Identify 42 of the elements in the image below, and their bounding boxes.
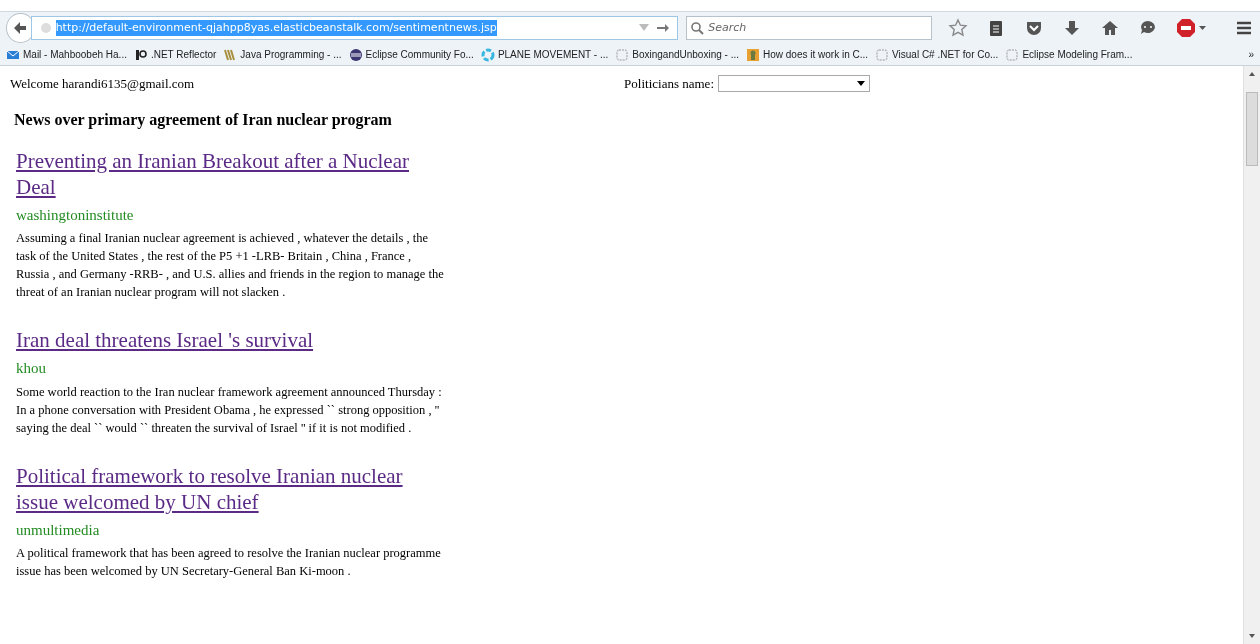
bookmark-link[interactable]: Mail - Mahboobeh Ha... bbox=[6, 47, 127, 62]
adblock-icon[interactable] bbox=[1176, 18, 1208, 38]
scroll-thumb[interactable] bbox=[1246, 92, 1258, 166]
ring-icon bbox=[480, 47, 495, 62]
eclipse-icon bbox=[348, 47, 363, 62]
scrollbar[interactable] bbox=[1243, 66, 1260, 644]
bookmark-link[interactable]: BoxingandUnboxing - ... bbox=[615, 47, 739, 62]
bookmark-link[interactable]: How does it work in C... bbox=[746, 47, 869, 62]
field-label: Politicians name: bbox=[624, 75, 714, 93]
books-icon bbox=[223, 47, 238, 62]
search-field[interactable]: Search bbox=[686, 16, 932, 40]
go-arrow-icon[interactable] bbox=[657, 23, 670, 33]
article-title-link[interactable]: Political framework to resolve Iranian nuclear issue welcomed by UN chief bbox=[16, 462, 446, 515]
article-summary: Some world reaction to the Iran nuclear framework agreement announced Thursday : In a phone conversation with President Obama , he expressed `` strong opposition , '' saying the deal `` would `` threaten the survival of Israel '' if it is not modified . bbox=[16, 383, 443, 437]
star-icon[interactable] bbox=[948, 18, 968, 38]
article-summary: A political framework that has been agreed to resolve the Iranian nuclear programme issue has been welcomed by UN Secretary-General Ban Ki-moon . bbox=[16, 545, 442, 580]
bookmarks-overflow-button[interactable]: » bbox=[1248, 47, 1254, 62]
article-title-link[interactable]: Preventing an Iranian Breakout after a Nuclear Deal bbox=[16, 147, 446, 200]
article-source: unmultimedia bbox=[16, 520, 101, 540]
figure-icon bbox=[746, 47, 760, 62]
caret-icon bbox=[857, 81, 865, 87]
welcome-text: Welcome harandi6135@gmail.com bbox=[10, 75, 195, 93]
home-icon[interactable] bbox=[1100, 18, 1120, 38]
bookmark-link[interactable]: Visual C# .NET for Co... bbox=[875, 47, 999, 62]
bookmark-link[interactable]: Eclipse Community Fo... bbox=[348, 47, 474, 62]
blank-page-icon bbox=[1005, 47, 1020, 62]
article-summary: Assuming a final Iranian nuclear agreement is achieved , whatever the details , the task of the United States , the rest of the P5 +1 -LRB- Britain , China , France , Russia , and Germany -RRB- , and U.S. allies and friends in the region to manage the threat of an Iranian nuclear program will not slacken . bbox=[16, 230, 445, 301]
bookmark-link[interactable]: Eclipse Modeling Fram... bbox=[1005, 47, 1133, 62]
search-icon bbox=[691, 21, 705, 35]
bookmark-link[interactable]: Java Programming - ... bbox=[223, 47, 342, 62]
blank-page-icon bbox=[875, 47, 890, 62]
url-text: http://default-environment-qjahpp8yas.elasticbeanstalk.com/sentimentnews.jsp bbox=[55, 19, 497, 37]
article-title-link[interactable]: Iran deal threatens Israel 's survival bbox=[16, 327, 446, 353]
page-heading: News over primary agreement of Iran nuclear program bbox=[14, 109, 393, 131]
bookmark-link[interactable]: .NET Reflector bbox=[133, 47, 217, 62]
article-source: washingtoninstitute bbox=[16, 205, 135, 225]
bookmark-link[interactable]: PLANE MOVEMENT - ... bbox=[480, 47, 609, 62]
back-arrow-icon bbox=[13, 21, 28, 35]
article-source: khou bbox=[16, 359, 47, 378]
search-placeholder: Search bbox=[708, 19, 747, 36]
blank-page-icon bbox=[615, 47, 630, 62]
letters-logo-icon bbox=[133, 47, 148, 62]
